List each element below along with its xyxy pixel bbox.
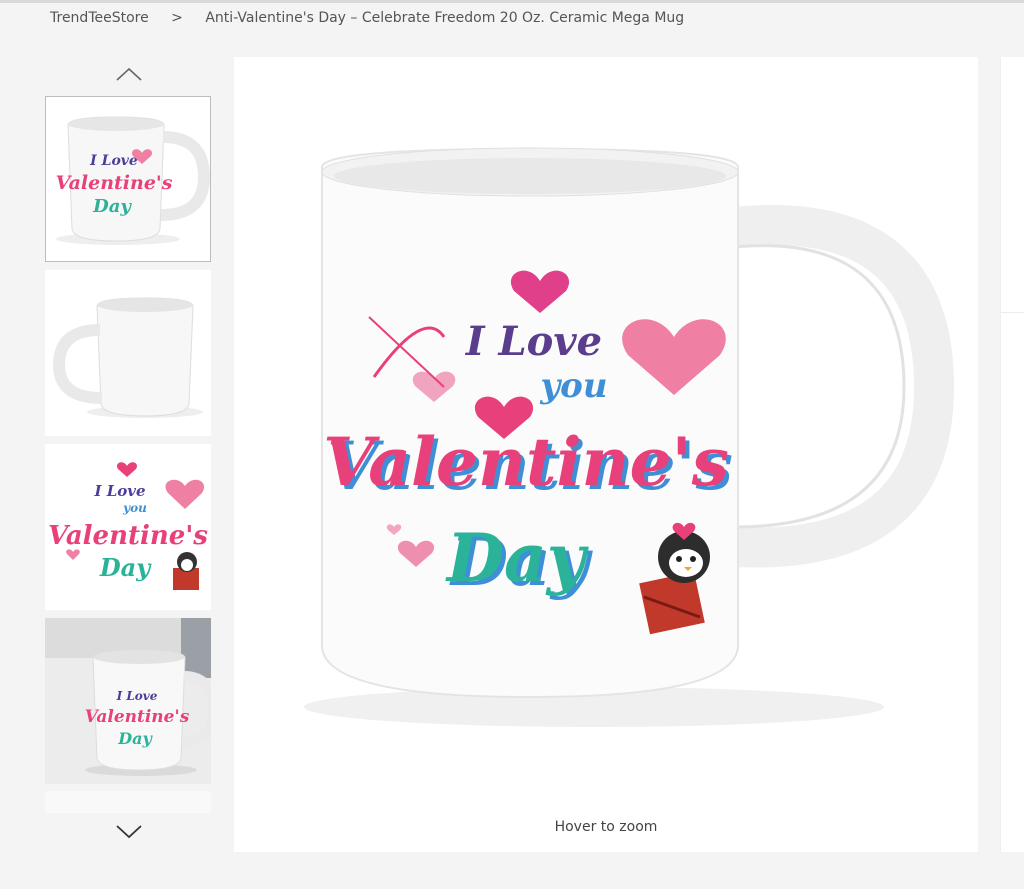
svg-text:I Love: I Love bbox=[93, 482, 145, 500]
breadcrumb-current-product: Anti-Valentine's Day – Celebrate Freedom… bbox=[205, 10, 685, 26]
thumbnail-gallery: I Love Valentine's Day I Love you Valent… bbox=[44, 56, 214, 856]
product-details-panel-edge bbox=[1000, 57, 1024, 852]
thumbnail-lifestyle[interactable]: I Love Valentine's Day bbox=[45, 618, 211, 784]
mug-back-thumbnail-image bbox=[52, 297, 203, 418]
svg-text:Day: Day bbox=[117, 729, 153, 748]
mug-main-image: I Love you Valentine's Valentine's Day D… bbox=[304, 147, 955, 727]
thumbnail-prev-button[interactable] bbox=[114, 62, 144, 86]
thumbnail-next-button[interactable] bbox=[114, 820, 144, 844]
svg-text:Day: Day bbox=[92, 196, 132, 217]
svg-text:you: you bbox=[539, 366, 607, 406]
thumbnail-partial[interactable] bbox=[45, 791, 211, 813]
mug-thumbnail-image: I Love Valentine's Day bbox=[56, 116, 210, 245]
thumbnail-mug-design[interactable]: I Love Valentine's Day bbox=[45, 96, 211, 262]
design-thumbnail-image: I Love you Valentine's Day bbox=[48, 462, 208, 590]
hover-to-zoom-hint: Hover to zoom bbox=[554, 819, 658, 835]
svg-text:Day: Day bbox=[445, 519, 590, 597]
svg-text:Valentine's: Valentine's bbox=[48, 521, 208, 551]
svg-text:I Love: I Love bbox=[465, 318, 602, 365]
breadcrumb-separator: > bbox=[171, 10, 183, 26]
lifestyle-thumbnail-image: I Love Valentine's Day bbox=[45, 618, 211, 784]
svg-text:Valentine's: Valentine's bbox=[56, 172, 173, 194]
main-product-image[interactable]: I Love you Valentine's Valentine's Day D… bbox=[234, 57, 978, 852]
breadcrumb-store-link[interactable]: TrendTeeStore bbox=[50, 10, 149, 26]
top-border bbox=[0, 0, 1024, 3]
svg-text:you: you bbox=[122, 501, 147, 515]
svg-text:Valentine's: Valentine's bbox=[323, 423, 729, 501]
panel-divider bbox=[1001, 312, 1024, 313]
chevron-down-icon bbox=[116, 825, 142, 839]
thumbnail-design-only[interactable]: I Love you Valentine's Day bbox=[45, 444, 211, 610]
chevron-up-icon bbox=[116, 67, 142, 81]
svg-text:Day: Day bbox=[99, 553, 152, 582]
thumbnail-mug-back[interactable] bbox=[45, 270, 211, 436]
breadcrumb: TrendTeeStore > Anti-Valentine's Day – C… bbox=[50, 10, 684, 26]
svg-text:I Love: I Love bbox=[116, 689, 158, 703]
svg-text:Valentine's: Valentine's bbox=[85, 707, 190, 727]
svg-text:I Love: I Love bbox=[89, 153, 138, 169]
